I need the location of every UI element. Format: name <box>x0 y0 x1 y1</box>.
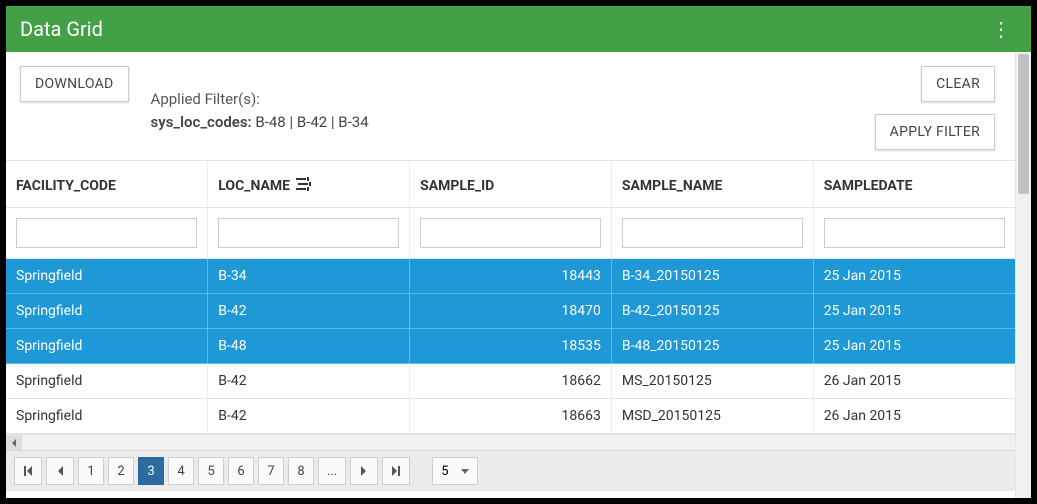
column-label: SAMPLE_NAME <box>622 178 723 194</box>
column-header-sampledate[interactable]: SAMPLEDATE <box>813 161 1015 208</box>
cell-sampledate: 25 Jan 2015 <box>813 329 1015 364</box>
cell-loc-name: B-48 <box>208 329 410 364</box>
horizontal-scrollbar[interactable] <box>6 434 1015 450</box>
cell-sample-name: MSD_20150125 <box>611 399 813 434</box>
cell-sampledate: 26 Jan 2015 <box>813 364 1015 399</box>
column-header-loc-name[interactable]: LOC_NAME <box>208 161 410 208</box>
pager-first-button[interactable] <box>14 457 42 485</box>
column-header-sample-name[interactable]: SAMPLE_NAME <box>611 161 813 208</box>
table-row[interactable]: SpringfieldB-3418443B-34_2015012525 Jan … <box>6 259 1015 294</box>
pager-page-7[interactable]: 7 <box>258 457 284 485</box>
cell-facility-code: Springfield <box>6 294 208 329</box>
table-row[interactable]: SpringfieldB-4218662MS_2015012526 Jan 20… <box>6 364 1015 399</box>
table-row[interactable]: SpringfieldB-4218663MSD_2015012526 Jan 2… <box>6 399 1015 434</box>
scrollbar-thumb[interactable] <box>1018 54 1029 194</box>
cell-sampledate: 25 Jan 2015 <box>813 259 1015 294</box>
cell-sample-name: B-34_20150125 <box>611 259 813 294</box>
pager: 12345678... 5 <box>6 450 1015 491</box>
column-header-sample-id[interactable]: SAMPLE_ID <box>410 161 612 208</box>
column-label: FACILITY_CODE <box>16 178 116 194</box>
column-label: SAMPLE_ID <box>420 178 494 194</box>
download-button[interactable]: DOWNLOAD <box>20 66 129 102</box>
column-label: SAMPLEDATE <box>824 178 913 194</box>
page-size-value: 5 <box>441 464 448 479</box>
pager-page-6[interactable]: 6 <box>228 457 254 485</box>
cell-sample-name: B-42_20150125 <box>611 294 813 329</box>
pager-page-8[interactable]: 8 <box>288 457 314 485</box>
cell-facility-code: Springfield <box>6 364 208 399</box>
applied-filters-label: sys_loc_codes: <box>151 113 252 131</box>
cell-sample-name: B-48_20150125 <box>611 329 813 364</box>
overflow-menu-button[interactable]: ⋮ <box>985 15 1017 43</box>
pager-page-3[interactable]: 3 <box>138 457 164 485</box>
clear-button[interactable]: CLEAR <box>921 66 995 102</box>
cell-sampledate: 26 Jan 2015 <box>813 399 1015 434</box>
column-label: LOC_NAME <box>218 178 290 194</box>
vertical-scrollbar[interactable] <box>1015 52 1031 498</box>
cell-sample-id: 18470 <box>410 294 612 329</box>
cell-sample-id: 18663 <box>410 399 612 434</box>
applied-filters: Applied Filter(s): sys_loc_codes: B-48 |… <box>151 88 369 133</box>
filter-input-loc-name[interactable] <box>218 218 399 248</box>
page-size-select[interactable]: 5 <box>432 457 477 485</box>
pager-page-5[interactable]: 5 <box>198 457 224 485</box>
pager-page-4[interactable]: 4 <box>168 457 194 485</box>
cell-sample-id: 18662 <box>410 364 612 399</box>
cell-sample-id: 18535 <box>410 329 612 364</box>
pager-page-1[interactable]: 1 <box>78 457 104 485</box>
filter-input-sample-name[interactable] <box>622 218 803 248</box>
chevron-down-icon <box>461 469 469 474</box>
cell-facility-code: Springfield <box>6 329 208 364</box>
pager-ellipsis: ... <box>318 457 346 485</box>
cell-loc-name: B-42 <box>208 399 410 434</box>
filter-input-facility-code[interactable] <box>16 218 197 248</box>
cell-sample-id: 18443 <box>410 259 612 294</box>
page-title: Data Grid <box>20 17 985 41</box>
more-vertical-icon: ⋮ <box>991 17 1011 41</box>
app-header: Data Grid ⋮ <box>6 6 1031 52</box>
pager-prev-button[interactable] <box>46 457 74 485</box>
filter-icon[interactable] <box>296 177 312 195</box>
cell-sample-name: MS_20150125 <box>611 364 813 399</box>
cell-facility-code: Springfield <box>6 399 208 434</box>
applied-filters-heading: Applied Filter(s): <box>151 88 369 111</box>
column-header-facility-code[interactable]: FACILITY_CODE <box>6 161 208 208</box>
scroll-left-icon[interactable] <box>6 435 22 450</box>
filter-input-sampledate[interactable] <box>824 218 1005 248</box>
table-row[interactable]: SpringfieldB-4818535B-48_2015012525 Jan … <box>6 329 1015 364</box>
filter-input-sample-id[interactable] <box>420 218 601 248</box>
pager-next-button[interactable] <box>350 457 378 485</box>
apply-filter-button[interactable]: APPLY FILTER <box>875 114 995 150</box>
pager-last-button[interactable] <box>382 457 410 485</box>
data-grid: FACILITY_CODE LOC_NAME SAMPLE_ID SAMPLE_… <box>6 160 1015 434</box>
table-row[interactable]: SpringfieldB-4218470B-42_2015012525 Jan … <box>6 294 1015 329</box>
cell-loc-name: B-42 <box>208 294 410 329</box>
pager-page-2[interactable]: 2 <box>108 457 134 485</box>
cell-loc-name: B-42 <box>208 364 410 399</box>
cell-loc-name: B-34 <box>208 259 410 294</box>
applied-filters-value: B-48 | B-42 | B-34 <box>255 113 368 131</box>
cell-sampledate: 25 Jan 2015 <box>813 294 1015 329</box>
cell-facility-code: Springfield <box>6 259 208 294</box>
